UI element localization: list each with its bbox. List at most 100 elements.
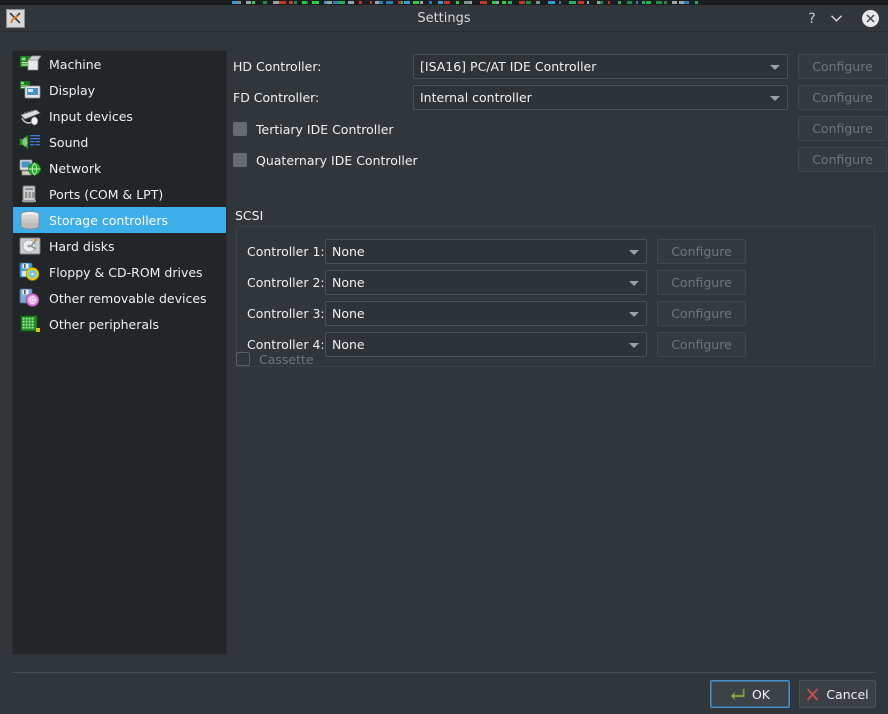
bg-text-fragment [608, 1, 610, 4]
scsi-controller-1-select[interactable]: None [325, 239, 647, 264]
chevron-down-icon [770, 65, 780, 70]
chevron-down-icon [629, 281, 639, 286]
sidebar-item-label: Storage controllers [49, 213, 168, 228]
sidebar-item-other-removable[interactable]: Other removable devices [13, 285, 226, 311]
bg-text-fragment [444, 1, 450, 4]
bg-text-fragment [508, 1, 512, 4]
hd-controller-row: HD Controller: [ISA16] PC/AT IDE Control… [233, 54, 888, 80]
scsi-controller-1-row: Controller 1: None Configure [233, 239, 888, 265]
bg-text-fragment [404, 1, 410, 4]
tertiary-ide-checkbox[interactable] [233, 122, 247, 136]
bg-text-fragment [496, 1, 499, 4]
bg-text-fragment [279, 1, 286, 4]
machine-icon [18, 53, 42, 75]
sidebar-item-sound[interactable]: Sound [13, 129, 226, 155]
bg-text-fragment [370, 1, 372, 4]
network-icon [18, 157, 42, 179]
cancel-button[interactable]: Cancel [799, 680, 876, 708]
close-icon[interactable] [858, 5, 882, 32]
scsi-controller-2-configure-button[interactable]: Configure [657, 270, 746, 295]
cassette-checkbox-row: Cassette [236, 347, 314, 371]
scsi-controller-3-row: Controller 3: None Configure [233, 301, 888, 327]
scsi-controller-2-row: Controller 2: None Configure [233, 270, 888, 296]
fd-controller-configure-button[interactable]: Configure [798, 85, 887, 110]
bg-text-fragment [379, 1, 383, 4]
other-removable-icon [18, 287, 42, 309]
scsi-controller-4-configure-button[interactable]: Configure [657, 332, 746, 357]
quaternary-ide-configure-button[interactable]: Configure [798, 147, 887, 172]
hd-controller-label: HD Controller: [233, 54, 321, 80]
bg-text-fragment [348, 1, 354, 4]
bg-text-fragment [695, 1, 698, 4]
sidebar-item-floppy-cdrom[interactable]: Floppy & CD-ROM drives [13, 259, 226, 285]
tertiary-ide-configure-button[interactable]: Configure [798, 116, 887, 141]
bg-text-fragment [386, 1, 393, 4]
settings-category-list[interactable]: Machine Display Input devices Sound Netw… [12, 50, 227, 655]
bg-text-fragment [526, 1, 531, 4]
cassette-checkbox [236, 352, 250, 366]
sidebar-item-ports[interactable]: Ports (COM & LPT) [13, 181, 226, 207]
bg-text-fragment [420, 1, 423, 4]
cancel-button-label: Cancel [826, 687, 868, 702]
scsi-controller-4-select[interactable]: None [325, 332, 647, 357]
quaternary-ide-checkbox[interactable] [233, 153, 247, 167]
scsi-controller-4-value: None [332, 337, 365, 352]
hd-controller-select[interactable]: [ISA16] PC/AT IDE Controller [413, 54, 788, 79]
quaternary-ide-checkbox-row[interactable]: Quaternary IDE Controller [233, 148, 418, 172]
sidebar-item-label: Floppy & CD-ROM drives [49, 265, 203, 280]
sidebar-item-network[interactable]: Network [13, 155, 226, 181]
sidebar-item-machine[interactable]: Machine [13, 51, 226, 77]
chevron-down-icon [629, 343, 639, 348]
fd-controller-select[interactable]: Internal controller [413, 85, 788, 110]
bg-text-fragment [306, 1, 308, 4]
sidebar-item-other-peripherals[interactable]: Other peripherals [13, 311, 226, 337]
bg-text-fragment [289, 1, 293, 4]
chevron-down-icon[interactable] [824, 5, 848, 32]
sidebar-item-label: Network [49, 161, 101, 176]
title-bar: Settings ? [0, 5, 888, 32]
dialog-body: Machine Display Input devices Sound Netw… [0, 32, 888, 714]
bg-text-fragment [237, 1, 241, 4]
chevron-down-icon [629, 312, 639, 317]
scsi-controller-3-value: None [332, 306, 365, 321]
bg-text-fragment [578, 1, 584, 4]
display-icon [18, 79, 42, 101]
scsi-controller-1-label: Controller 1: [247, 239, 325, 265]
x-mark-icon [806, 688, 819, 701]
scsi-controller-3-configure-button[interactable]: Configure [657, 301, 746, 326]
sidebar-item-hard-disks[interactable]: Hard disks [13, 233, 226, 259]
ports-icon [18, 183, 42, 205]
bg-text-fragment [413, 1, 419, 4]
sidebar-item-display[interactable]: Display [13, 77, 226, 103]
hd-controller-value: [ISA16] PC/AT IDE Controller [420, 59, 596, 74]
bg-text-fragment [656, 1, 662, 4]
footer-separator [12, 672, 876, 673]
input-devices-icon [18, 105, 42, 127]
sidebar-item-label: Hard disks [49, 239, 115, 254]
bg-text-fragment [618, 1, 621, 4]
tertiary-ide-checkbox-row[interactable]: Tertiary IDE Controller [233, 117, 394, 141]
sound-icon [18, 131, 42, 153]
scsi-controller-2-select[interactable]: None [325, 270, 647, 295]
bg-text-fragment [429, 1, 432, 4]
ok-button[interactable]: OK [710, 680, 790, 708]
bg-text-fragment [246, 1, 251, 4]
bg-text-fragment [327, 1, 332, 4]
bg-text-fragment [587, 1, 589, 4]
bg-text-fragment [263, 1, 267, 4]
scsi-controller-4-row: Controller 4: None Configure [233, 332, 888, 358]
bg-text-fragment [559, 1, 561, 4]
bg-text-fragment [627, 1, 632, 4]
sidebar-item-input-devices[interactable]: Input devices [13, 103, 226, 129]
sidebar-item-storage-controllers[interactable]: Storage controllers [13, 207, 226, 233]
bg-text-fragment [480, 1, 487, 4]
bg-text-fragment [672, 1, 677, 4]
hd-controller-configure-button[interactable]: Configure [798, 54, 887, 79]
scsi-controller-3-label: Controller 3: [247, 301, 325, 327]
help-icon[interactable]: ? [800, 5, 824, 32]
bg-text-fragment [642, 1, 645, 4]
bg-text-fragment [338, 1, 345, 4]
scsi-controller-1-configure-button[interactable]: Configure [657, 239, 746, 264]
scsi-controller-3-select[interactable]: None [325, 301, 647, 326]
settings-window: Settings ? Machine Display Input devices… [0, 5, 888, 714]
